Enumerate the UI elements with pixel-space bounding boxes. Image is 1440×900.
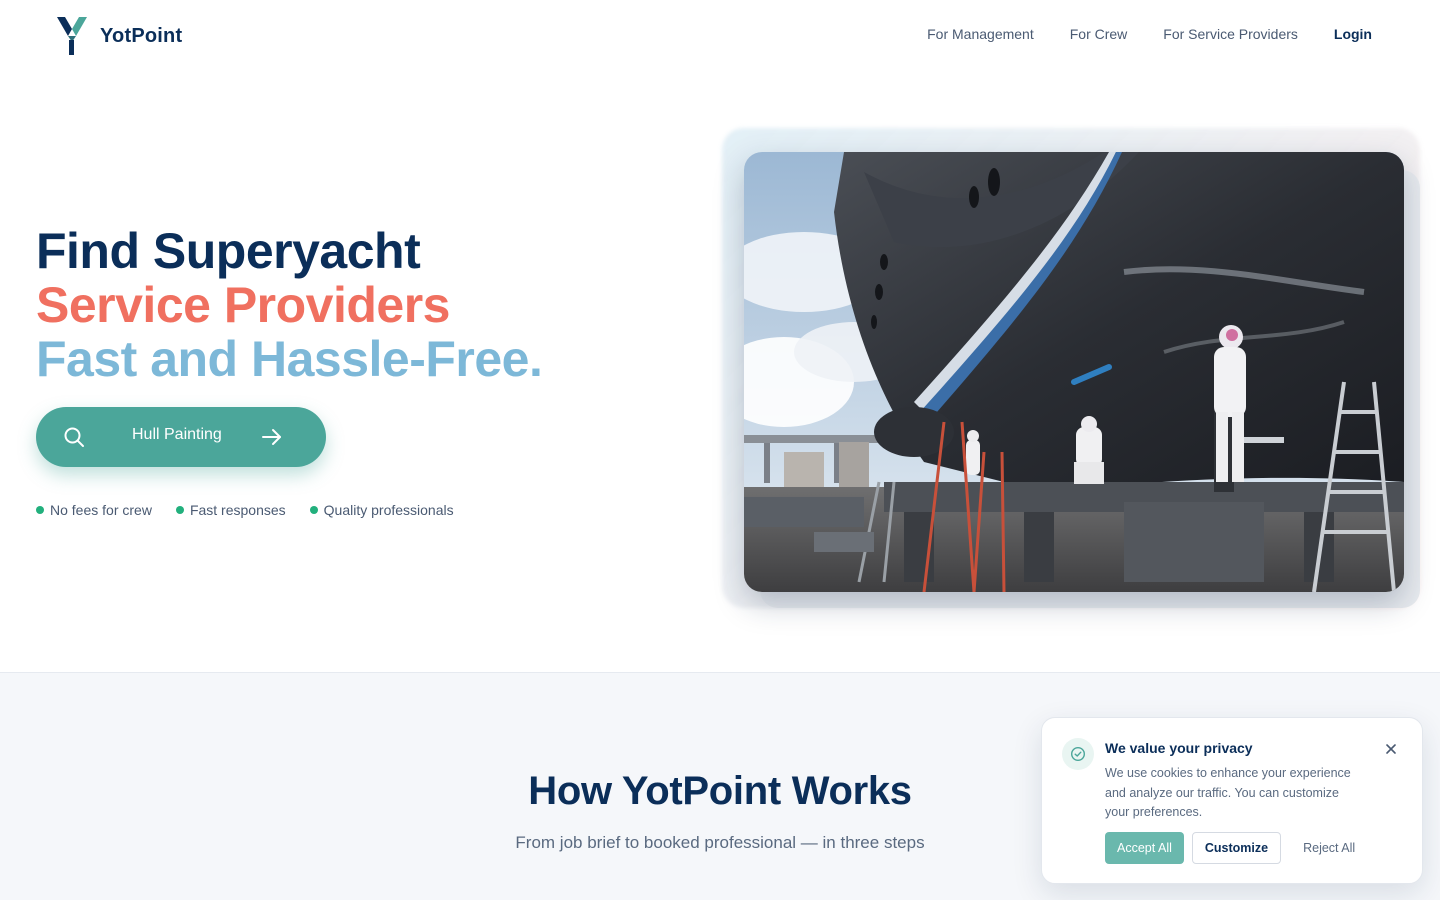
logo-text: YotPoint [100,24,183,47]
nav-for-management[interactable]: For Management [927,26,1034,42]
shield-check-icon [1062,738,1094,770]
feature-label: Fast responses [189,502,286,518]
feature-item: No fees for crew [36,502,152,518]
cookie-title: We value your privacy [1105,740,1253,756]
feature-label: Quality professionals [323,502,454,518]
green-dot-icon [36,506,44,514]
search-icon [64,427,84,447]
cookie-body: We use cookies to enhance your experienc… [1105,766,1351,819]
headline-line-3: Fast and Hassle-Free. [36,331,543,387]
feature-label: No fees for crew [50,502,152,518]
headline-line-1: Find Superyacht [36,223,421,279]
hero-section: Find Superyacht Service Providers Fast a… [0,72,1440,672]
accept-all-button[interactable]: Accept All [1105,832,1184,864]
cookie-actions: Accept All Customize Reject All [1105,832,1367,864]
service-search-button[interactable]: Hull Painting [36,407,326,467]
close-icon[interactable] [1384,742,1398,756]
headline-line-2: Service Providers [36,277,451,333]
green-dot-icon [309,506,318,514]
feature-list: No fees for crew Fast responses Quality … [36,502,454,518]
nav-login[interactable]: Login [1334,26,1372,42]
green-dot-icon [175,506,184,514]
nav-for-service-providers[interactable]: For Service Providers [1163,26,1298,42]
hero-image [744,152,1404,592]
yotpoint-logo-icon [57,17,87,55]
feature-item: Fast responses [175,502,286,518]
main-nav: For Management For Crew For Service Prov… [927,26,1372,42]
arrow-right-icon [262,429,281,445]
cookie-consent-banner: We value your privacy We use cookies to … [1041,717,1423,884]
logo[interactable]: YotPoint [56,16,182,56]
search-value: Hull Painting [132,426,222,443]
hero-headline: Find Superyacht Service Providers Fast a… [36,223,543,387]
reject-all-button[interactable]: Reject All [1291,832,1367,864]
feature-item: Quality professionals [309,502,454,518]
site-header: YotPoint For Management For Crew For Ser… [0,0,1440,72]
customize-button[interactable]: Customize [1191,832,1282,864]
nav-for-crew[interactable]: For Crew [1070,26,1128,42]
